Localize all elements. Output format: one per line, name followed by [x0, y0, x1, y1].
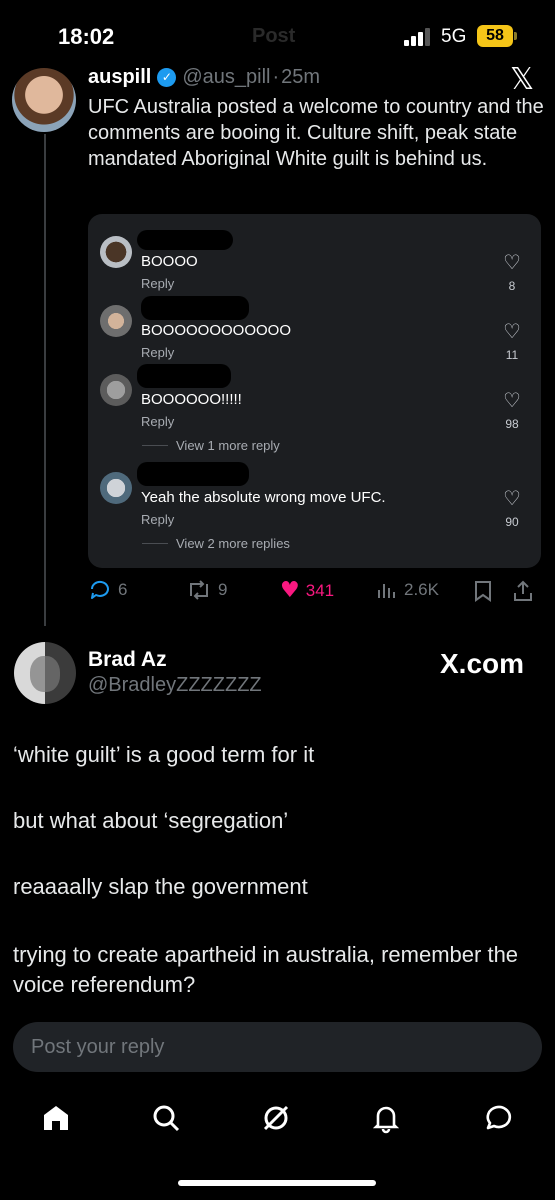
comment-text: BOOOOOO!!!!!	[141, 391, 242, 408]
reply-paragraph: reaaaally slap the government	[13, 874, 308, 899]
comment-like-icon[interactable]: ♡	[503, 486, 521, 511]
reply-author-handle[interactable]: @BradleyZZZZZZZ	[88, 674, 262, 697]
share-icon	[514, 580, 532, 601]
search-icon	[153, 1105, 180, 1132]
tweet-action-bar: 6 9 ♥ 341 2.6K	[88, 578, 548, 608]
tab-notifications[interactable]	[366, 1098, 406, 1138]
comment-text: Yeah the absolute wrong move UFC.	[141, 489, 386, 506]
bottom-tab-bar	[0, 1090, 555, 1150]
views-button[interactable]: 2.6K	[376, 578, 439, 602]
comment-reply-link[interactable]: Reply	[141, 276, 174, 291]
comment-reply-link[interactable]: Reply	[141, 345, 174, 360]
like-button[interactable]: ♥ 341	[280, 578, 334, 603]
reply-paragraph: but what about ‘segregation’	[13, 808, 289, 833]
grok-icon	[263, 1105, 289, 1131]
author-handle[interactable]: @aus_pill	[182, 66, 270, 89]
commenter-avatar	[100, 305, 132, 337]
commenter-avatar	[100, 472, 132, 504]
thread-divider	[142, 445, 168, 446]
heart-filled-icon: ♥	[280, 578, 300, 603]
comment-like-count: 8	[508, 279, 516, 293]
share-button[interactable]	[512, 579, 534, 603]
repost-button[interactable]: 9	[186, 578, 227, 602]
reply-button[interactable]: 6	[88, 578, 127, 602]
reply-count: 6	[118, 580, 128, 599]
comment-text: BOOOOOOOOOOOO	[141, 322, 292, 339]
author-name[interactable]: auspill	[88, 66, 151, 89]
repost-count: 9	[218, 580, 228, 599]
tab-search[interactable]	[146, 1098, 186, 1138]
redacted-username	[137, 462, 249, 486]
tweet-text: UFC Australia posted a welcome to countr…	[88, 96, 544, 170]
comment-like-icon[interactable]: ♡	[503, 319, 521, 344]
comment-like-icon[interactable]: ♡	[503, 388, 521, 413]
reply-input[interactable]	[13, 1022, 542, 1072]
separator-dot: ·	[272, 66, 280, 88]
view-more-replies-link[interactable]: View 1 more reply	[142, 438, 280, 453]
view-more-label: View 1 more reply	[176, 438, 280, 453]
tab-home[interactable]	[36, 1098, 76, 1138]
views-icon	[378, 584, 395, 598]
comment-like-count: 11	[505, 348, 519, 362]
battery-level: 58	[477, 25, 513, 47]
verified-badge-icon: ✓	[157, 68, 177, 87]
cellular-signal-icon	[404, 28, 434, 46]
comment-like-count: 98	[505, 417, 519, 431]
reply-paragraph: trying to create apartheid in australia,…	[13, 942, 519, 997]
like-count: 341	[305, 580, 335, 600]
comment-text: BOOOO	[141, 253, 198, 270]
comment-like-icon[interactable]: ♡	[503, 250, 521, 275]
views-count: 2.6K	[404, 580, 439, 599]
view-more-label: View 2 more replies	[176, 536, 290, 551]
author-avatar[interactable]	[12, 68, 76, 132]
tweet-header: auspill ✓ @aus_pill · 25m	[88, 66, 320, 89]
status-time: 18:02	[58, 24, 115, 49]
reply-author-name[interactable]: Brad Az	[88, 648, 167, 672]
x-com-watermark: X.com	[440, 648, 525, 679]
battery-icon	[514, 32, 517, 40]
bookmark-button[interactable]	[472, 579, 494, 603]
redacted-username	[137, 364, 231, 388]
post-age: 25m	[281, 66, 321, 88]
commenter-avatar	[100, 236, 132, 268]
home-indicator	[178, 1180, 376, 1186]
comment-reply-link[interactable]: Reply	[141, 414, 174, 429]
repost-icon	[190, 580, 208, 600]
thread-divider	[142, 543, 168, 544]
comment-like-count: 90	[505, 515, 519, 529]
reply-paragraph: ‘white guilt’ is a good term for it	[13, 742, 315, 767]
messages-icon	[486, 1105, 512, 1130]
bookmark-icon	[475, 581, 491, 602]
tab-messages[interactable]	[478, 1098, 518, 1138]
home-icon	[44, 1106, 68, 1130]
network-type: 5G	[441, 26, 467, 47]
background-page-title: Post	[252, 25, 296, 47]
reply-author-avatar[interactable]	[14, 642, 76, 704]
x-logo-icon: 𝕏	[510, 62, 535, 97]
comment-reply-link[interactable]: Reply	[141, 512, 174, 527]
status-bar: 18:02 Post 5G 58	[0, 0, 555, 70]
tab-grok[interactable]	[256, 1098, 296, 1138]
thread-connector-line	[44, 134, 46, 626]
commenter-avatar	[100, 374, 132, 406]
redacted-username	[137, 230, 233, 250]
reply-composer[interactable]	[13, 1022, 542, 1072]
view-more-replies-link[interactable]: View 2 more replies	[142, 536, 290, 551]
notifications-icon	[372, 1106, 400, 1134]
reply-icon	[90, 580, 109, 599]
redacted-username	[141, 296, 249, 320]
